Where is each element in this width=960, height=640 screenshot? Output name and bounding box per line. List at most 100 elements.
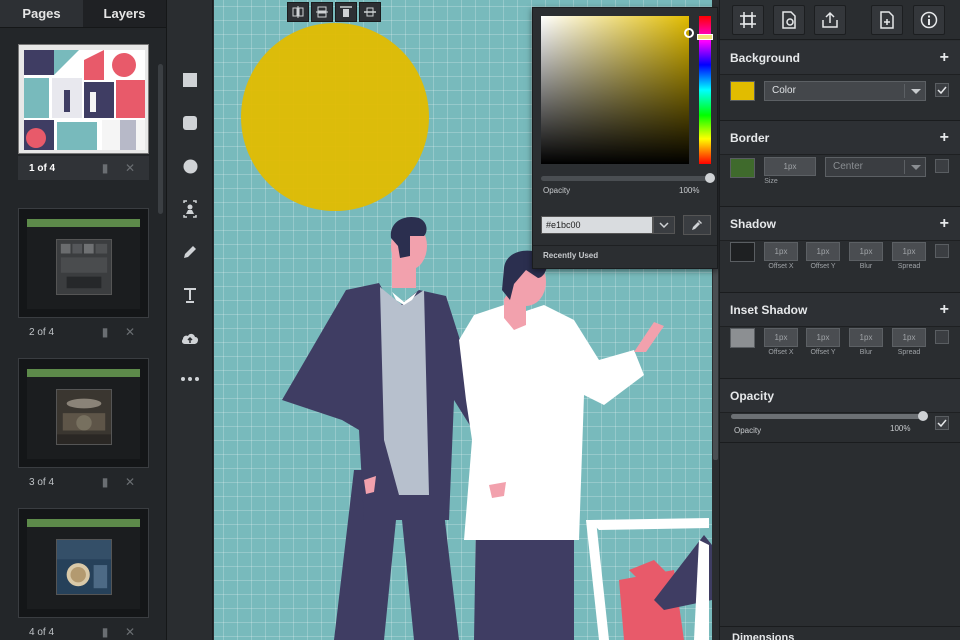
page-number-label: 2 of 4	[29, 326, 55, 338]
design-editor: Pages Layers 1 of 4 ▮ ✕ 2 of 4 ▮ ✕ 3 of …	[0, 0, 960, 640]
more-tools[interactable]	[180, 369, 200, 389]
page-settings-button[interactable]	[773, 5, 805, 35]
tab-layers[interactable]: Layers	[83, 0, 166, 27]
chevron-down-icon	[911, 165, 921, 170]
color-picker-popover: Opacity 100% #e1bc00 Recently Used	[532, 7, 718, 269]
page-thumbnail-1[interactable]: 1 of 4 ▮ ✕	[18, 44, 149, 184]
inset-shadow-enabled-checkbox[interactable]	[935, 330, 949, 344]
shadow-color-swatch[interactable]	[730, 242, 755, 262]
inset-offset-y-label: Offset Y	[810, 349, 836, 356]
background-color-swatch[interactable]	[730, 81, 755, 101]
background-section: Background + Color	[720, 41, 960, 121]
border-size-input[interactable]: 1px	[764, 157, 816, 176]
circle-tool[interactable]	[180, 156, 200, 176]
delete-page-icon[interactable]: ✕	[124, 162, 136, 174]
shadow-blur-input[interactable]: 1px	[849, 242, 883, 261]
check-icon	[937, 86, 947, 94]
saturation-value-handle[interactable]	[684, 28, 694, 38]
grid-icon	[740, 12, 756, 28]
square-tool[interactable]	[180, 70, 200, 90]
page-footer: 2 of 4 ▮ ✕	[18, 320, 149, 344]
share-button[interactable]	[814, 5, 846, 35]
opacity-slider-thumb[interactable]	[918, 411, 928, 421]
page-thumbnail-3[interactable]: 3 of 4 ▮ ✕	[18, 358, 149, 498]
page-thumbnail-2[interactable]: 2 of 4 ▮ ✕	[18, 208, 149, 348]
cloud-upload-tool[interactable]	[180, 328, 200, 348]
pages-panel: Pages Layers 1 of 4 ▮ ✕ 2 of 4 ▮ ✕ 3 of …	[0, 0, 167, 640]
grid-button[interactable]	[732, 5, 764, 35]
page-preview	[18, 358, 149, 468]
picker-opacity-thumb[interactable]	[705, 173, 715, 183]
hex-color-input[interactable]: #e1bc00	[541, 216, 653, 234]
border-header: Border +	[720, 121, 960, 155]
hue-slider-handle[interactable]	[697, 34, 713, 40]
saturation-value-area[interactable]	[541, 16, 689, 164]
inset-offset-x-input[interactable]: 1px	[764, 328, 798, 347]
border-position-select[interactable]: Center	[825, 157, 926, 177]
background-type-select[interactable]: Color	[764, 81, 926, 101]
pencil-tool[interactable]	[180, 242, 200, 262]
shadow-spread-input[interactable]: 1px	[892, 242, 926, 261]
opacity-enabled-checkbox[interactable]	[935, 416, 949, 430]
add-page-icon	[880, 11, 894, 29]
inset-shadow-section: Inset Shadow + 1px Offset X 1px Offset Y…	[720, 293, 960, 379]
add-shadow-button[interactable]: +	[940, 216, 949, 232]
align-top-button[interactable]	[335, 2, 357, 22]
add-border-button[interactable]: +	[940, 130, 949, 146]
duplicate-page-icon[interactable]: ▮	[99, 326, 111, 338]
duplicate-page-icon[interactable]: ▮	[99, 626, 111, 638]
align-horizontal-button[interactable]	[287, 2, 309, 22]
page-number-label: 4 of 4	[29, 626, 55, 638]
shadow-offset-y-input[interactable]: 1px	[806, 242, 840, 261]
eyedropper-button[interactable]	[683, 215, 711, 235]
image-upload-tool[interactable]	[180, 199, 200, 219]
circle-icon	[183, 159, 197, 173]
add-inset-shadow-button[interactable]: +	[940, 302, 949, 318]
hex-format-dropdown[interactable]	[653, 216, 675, 234]
select-divider	[904, 160, 905, 174]
background-type-value: Color	[772, 85, 796, 96]
inset-spread-input[interactable]: 1px	[892, 328, 926, 347]
border-section: Border + 1px Size Center	[720, 121, 960, 207]
background-enabled-checkbox[interactable]	[935, 83, 949, 97]
border-color-swatch[interactable]	[730, 158, 755, 178]
picker-opacity-slider[interactable]	[541, 176, 711, 181]
shadow-offset-x-label: Offset X	[768, 263, 794, 270]
delete-page-icon[interactable]: ✕	[124, 626, 136, 638]
opacity-header: Opacity	[720, 379, 960, 413]
border-enabled-checkbox[interactable]	[935, 159, 949, 173]
share-icon	[822, 11, 838, 28]
text-tool[interactable]	[180, 285, 200, 305]
inset-blur-input[interactable]: 1px	[849, 328, 883, 347]
inset-offset-y-input[interactable]: 1px	[806, 328, 840, 347]
align-vertical-button[interactable]	[311, 2, 333, 22]
delete-page-icon[interactable]: ✕	[124, 326, 136, 338]
page-number-label: 3 of 4	[29, 476, 55, 488]
inset-shadow-title: Inset Shadow	[730, 302, 808, 317]
rounded-square-tool[interactable]	[180, 113, 200, 133]
shadow-enabled-checkbox[interactable]	[935, 244, 949, 258]
tab-pages[interactable]: Pages	[0, 0, 83, 27]
align-middle-button[interactable]	[359, 2, 381, 22]
delete-page-icon[interactable]: ✕	[124, 476, 136, 488]
page-number-label: 1 of 4	[29, 162, 56, 174]
page-3-preview-image	[56, 389, 112, 445]
pages-scrollbar[interactable]	[158, 64, 163, 214]
page-settings-icon	[782, 11, 796, 29]
canvas-scrollbar-thumb[interactable]	[713, 250, 718, 460]
select-divider	[904, 84, 905, 98]
info-button[interactable]	[913, 5, 945, 35]
duplicate-page-icon[interactable]: ▮	[99, 476, 111, 488]
inset-spread-label: Spread	[897, 349, 921, 356]
info-icon	[920, 11, 938, 29]
opacity-slider[interactable]	[731, 414, 923, 419]
page-thumbnail-4[interactable]: 4 of 4 ▮ ✕	[18, 508, 149, 640]
add-page-button[interactable]	[871, 5, 903, 35]
add-background-button[interactable]: +	[940, 50, 949, 66]
shadow-blur-label: Blur	[859, 263, 873, 270]
inset-shadow-color-swatch[interactable]	[730, 328, 755, 348]
duplicate-page-icon[interactable]: ▮	[99, 162, 111, 174]
opacity-slider-fill	[731, 414, 923, 419]
shadow-offset-x-input[interactable]: 1px	[764, 242, 798, 261]
pencil-icon	[184, 246, 196, 258]
